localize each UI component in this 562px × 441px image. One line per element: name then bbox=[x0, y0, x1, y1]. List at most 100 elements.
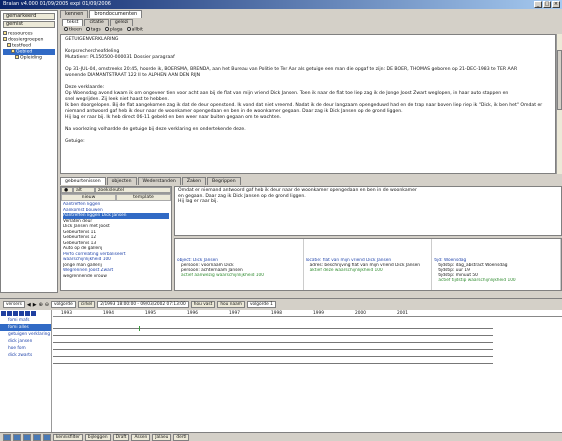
color-swatch[interactable] bbox=[13, 311, 18, 316]
slot-cell[interactable]: locatie: flat van mijn vriend Dick Janse… bbox=[304, 239, 433, 290]
timeline-row-label[interactable]: dick zwarts bbox=[0, 352, 51, 359]
unit-button[interactable]: hou vast bbox=[190, 301, 216, 308]
event-list-columns: nieuw template bbox=[61, 194, 171, 201]
folder-open-icon bbox=[11, 49, 15, 53]
timeline-row-label[interactable]: fomi mafs bbox=[0, 317, 51, 324]
status-item[interactable]: Jalaeu bbox=[152, 433, 172, 441]
option-tkeen[interactable]: tkeen bbox=[64, 27, 82, 33]
cell-line: actief tijdstip waarschijnlijkheid 100 bbox=[438, 278, 516, 283]
column-template[interactable]: template bbox=[116, 194, 171, 201]
status-item[interactable]: Assen bbox=[131, 433, 151, 441]
tab-citatie[interactable]: citatie bbox=[84, 19, 109, 26]
order-select[interactable]: volgorde bbox=[50, 301, 76, 308]
timeline-bar[interactable] bbox=[53, 335, 493, 336]
status-item[interactable]: dertl bbox=[173, 433, 190, 441]
status-item[interactable]: bijleggen bbox=[84, 433, 111, 441]
year-label: 1998 bbox=[271, 311, 282, 316]
tab-kennen[interactable]: kennen bbox=[60, 10, 89, 18]
timeline-bar[interactable] bbox=[53, 342, 493, 343]
zoom-out-icon[interactable]: ⊖ bbox=[45, 302, 49, 308]
timeline-bar[interactable] bbox=[53, 356, 493, 357]
minimize-button[interactable]: _ bbox=[534, 1, 542, 8]
color-swatch[interactable] bbox=[1, 311, 6, 316]
event-list: ● alt zoeksleutel nieuw template Aantref… bbox=[60, 186, 172, 291]
cell-spacer bbox=[177, 240, 301, 258]
color-swatch[interactable] bbox=[7, 311, 12, 316]
tab-wederstanden[interactable]: Wederstanden bbox=[137, 177, 181, 185]
gemist-button[interactable]: gemist bbox=[3, 21, 55, 28]
dossier-tree: ressources dossiergroepen testfeed Gebie… bbox=[1, 30, 57, 62]
marker-button[interactable]: ● bbox=[61, 187, 73, 193]
event-item[interactable]: wegrennende vrouw bbox=[63, 274, 169, 280]
year-label: 2001 bbox=[397, 311, 408, 316]
timeline-row-label[interactable]: getuigen verklaring bbox=[0, 331, 51, 338]
window-title-bar: Braian v4.000 01/09/2005 expi 01/09/2006… bbox=[0, 0, 562, 9]
tab-brondocumenten[interactable]: brondocumenten bbox=[89, 10, 143, 18]
status-item[interactable]: Draft bbox=[112, 433, 130, 441]
cell-line: aktief deze waarschijnlijkheid 100 bbox=[309, 268, 383, 273]
window-controls: _ □ × bbox=[534, 1, 560, 8]
status-icon[interactable] bbox=[13, 433, 21, 441]
status-item[interactable]: kennisfilter bbox=[53, 433, 83, 441]
alt-button[interactable]: alt bbox=[73, 187, 95, 193]
maximize-button[interactable]: □ bbox=[543, 1, 551, 8]
status-icon[interactable] bbox=[43, 433, 51, 441]
cell-line: actief aanwezig waarschijnlijkheid 100 bbox=[181, 273, 264, 278]
folder-icon bbox=[7, 43, 11, 47]
timeline-row-label[interactable]: hoe fom bbox=[0, 345, 51, 352]
status-icon[interactable] bbox=[33, 433, 41, 441]
timeline-bar[interactable] bbox=[53, 349, 493, 350]
slot-cell[interactable]: object: Dick Jansen persoon: voornaam Dic… bbox=[175, 239, 304, 290]
scrollbar-thumb[interactable] bbox=[557, 50, 562, 110]
next-icon[interactable]: ▶ bbox=[33, 302, 37, 308]
document-scrollbar[interactable] bbox=[556, 34, 562, 174]
color-swatch[interactable] bbox=[19, 311, 24, 316]
timeline-bar[interactable] bbox=[53, 363, 493, 364]
prev-icon[interactable]: ◀ bbox=[27, 302, 31, 308]
document-text[interactable]: GETUIGENVERKLARING Korpsrechercheafdelin… bbox=[60, 34, 556, 174]
year-label: 1993 bbox=[61, 311, 72, 316]
color-swatch[interactable] bbox=[25, 311, 30, 316]
tree-item-opleiding[interactable]: Opleiding bbox=[3, 55, 55, 61]
timeline-row-label[interactable]: dick jansen bbox=[0, 338, 51, 345]
tab-zaken[interactable]: Zaken bbox=[181, 177, 207, 185]
zoom-button[interactable]: hou naam bbox=[217, 301, 245, 308]
column-nieuw[interactable]: nieuw bbox=[61, 194, 116, 201]
radio-icon bbox=[64, 27, 68, 32]
timeline-row-label[interactable]: fomi alles bbox=[0, 324, 51, 331]
slot-cell[interactable]: tijd: Woensdag tijdstip: dag_abstract Woe… bbox=[432, 239, 562, 290]
left-panel: gemarkeerd gemist ressources dossiergroe… bbox=[0, 10, 58, 293]
timeline-bar[interactable] bbox=[53, 328, 493, 329]
slot-cells: object: Dick Jansen persoon: voornaam Dic… bbox=[174, 238, 562, 291]
document-subtabs: tekst citatie gelezi bbox=[60, 19, 562, 26]
search-key-field[interactable]: zoeksleutel bbox=[95, 187, 171, 193]
folder-icon bbox=[3, 31, 7, 35]
mode-select[interactable]: versers bbox=[3, 301, 25, 308]
close-button[interactable]: × bbox=[552, 1, 560, 8]
radio-icon bbox=[126, 27, 131, 32]
year-label: 1994 bbox=[103, 311, 114, 316]
range-field[interactable]: 2/1993 18:00:00 - 09/03/2002 07:13:00 bbox=[97, 301, 189, 308]
gemarkeerd-button[interactable]: gemarkeerd bbox=[3, 13, 55, 20]
timeline-area[interactable]: 1993 1994 1995 1996 1997 1998 1999 2000 2001 bbox=[53, 310, 562, 433]
status-icon[interactable] bbox=[23, 433, 31, 441]
radio-icon bbox=[85, 27, 90, 32]
main-area: kennen brondocumenten tekst citatie gele… bbox=[60, 10, 562, 293]
status-icon[interactable] bbox=[3, 433, 11, 441]
tab-tekst[interactable]: tekst bbox=[62, 19, 84, 26]
option-allbit[interactable]: allbit bbox=[126, 27, 143, 33]
timeline-event-marker[interactable] bbox=[139, 326, 140, 331]
option-plaga[interactable]: plaga bbox=[104, 27, 123, 33]
timeline-years: 1993 1994 1995 1996 1997 1998 1999 2000 2001 bbox=[53, 310, 562, 317]
sort-select[interactable]: volgorde 1 bbox=[246, 301, 276, 308]
zoom-in-icon[interactable]: ⊕ bbox=[39, 302, 43, 308]
tab-gelezi[interactable]: gelezi bbox=[109, 19, 134, 26]
excerpt-line: Hij lag er raar bij. bbox=[178, 199, 218, 204]
view-options: tkeen tags plaga allbit bbox=[60, 26, 562, 34]
tab-begrippen[interactable]: Begrippen bbox=[207, 177, 241, 185]
tab-gebeurtenissen[interactable]: gebeurtenissen bbox=[60, 177, 106, 185]
tab-objecten[interactable]: objecten bbox=[106, 177, 137, 185]
color-swatch[interactable] bbox=[31, 311, 36, 316]
cell-spacer bbox=[434, 240, 558, 258]
option-tags[interactable]: tags bbox=[85, 27, 101, 33]
